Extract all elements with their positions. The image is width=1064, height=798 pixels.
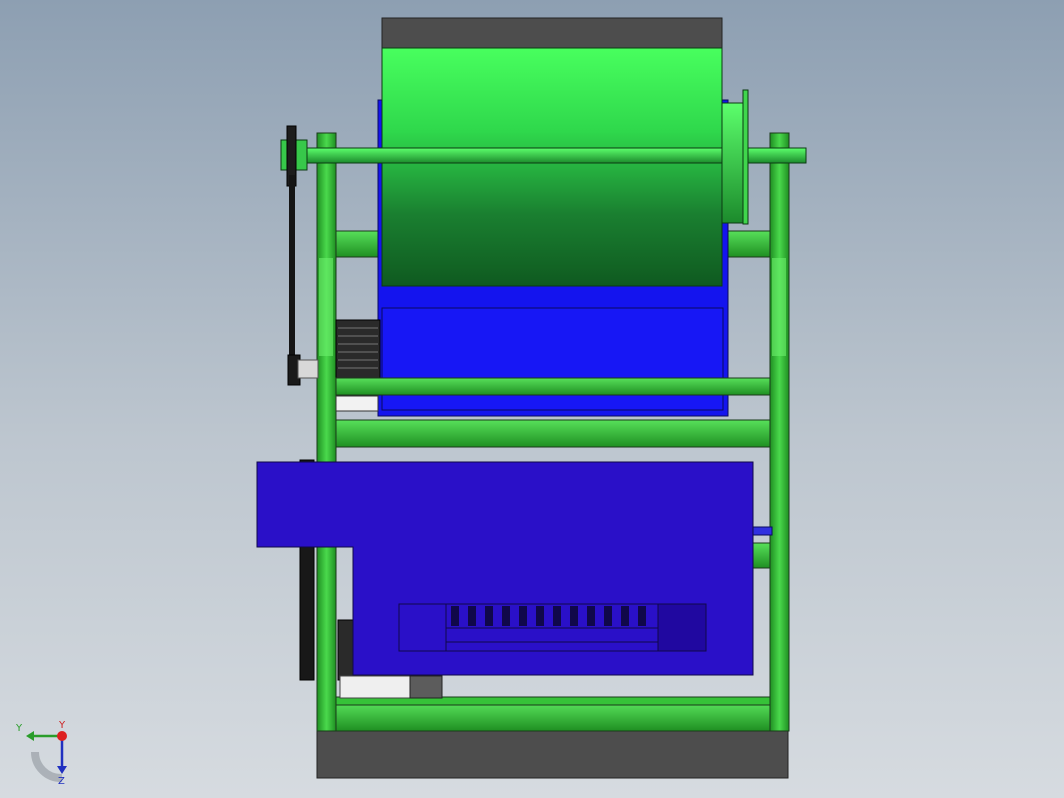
triad-y-arrow: [26, 731, 34, 741]
upper-motor-terminal: [335, 395, 379, 412]
drum-flange-plate: [742, 89, 749, 225]
gear-rack-left: [398, 603, 447, 652]
triad-z-label: Z: [58, 776, 65, 786]
gear-rack-strip: [445, 627, 659, 643]
lower-motor-body: [339, 675, 413, 699]
rotary-drum: [381, 47, 723, 287]
middle-cross-rail-2: [335, 419, 771, 448]
bottom-rail: [316, 702, 789, 732]
left-frame-post-highlight: [319, 258, 333, 356]
triad-arc: [31, 751, 63, 782]
right-frame-post-highlight: [772, 258, 786, 356]
triad-origin: [57, 731, 67, 741]
triad-y-label: Y: [15, 723, 23, 734]
right-frame-post: [769, 132, 790, 732]
drum-top-cap: [381, 17, 723, 51]
base-plate: [316, 730, 789, 779]
cad-viewport[interactable]: Y Y Z: [0, 0, 1064, 798]
right-lower-rail: [751, 542, 771, 569]
gear-rack-end: [657, 603, 707, 652]
lower-motor-cap: [409, 675, 443, 699]
right-shaft-stub: [751, 526, 773, 536]
drive-belt: [289, 175, 295, 385]
triad-z-arrow: [57, 766, 67, 774]
motor-shaft: [297, 359, 319, 379]
drum-flange: [721, 102, 746, 224]
middle-cross-rail-1: [335, 377, 771, 396]
triad-x-label: Y: [58, 720, 66, 731]
left-frame-post: [316, 132, 337, 732]
machine-model[interactable]: [0, 0, 1064, 798]
coordinate-triad: Y Y Z: [15, 720, 67, 786]
upper-motor: [335, 319, 381, 379]
